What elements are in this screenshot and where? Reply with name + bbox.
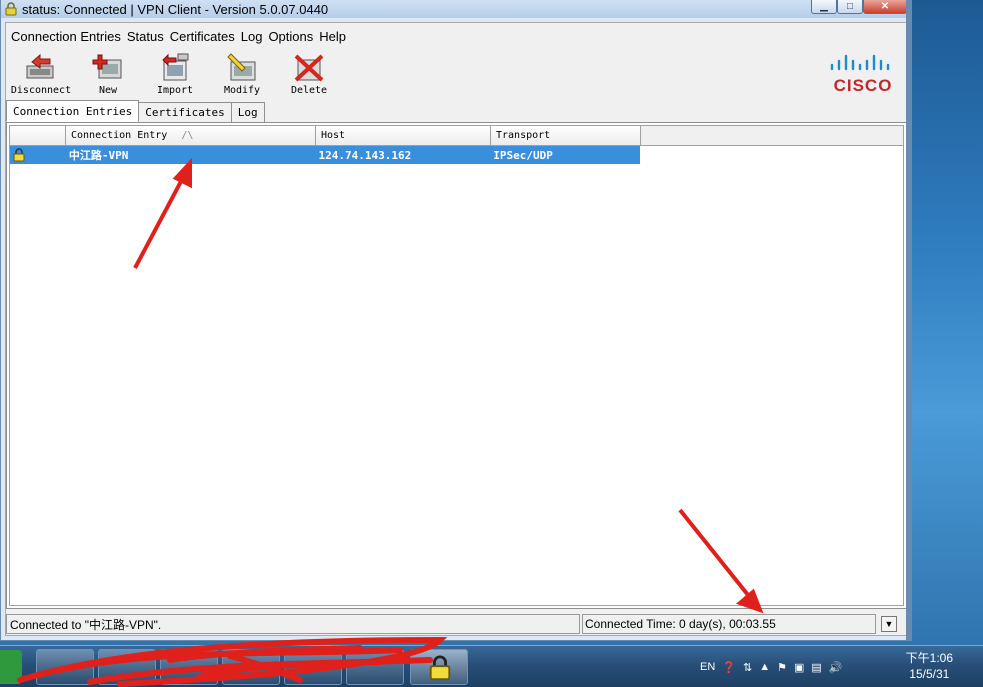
client-area: Connection Entries Status Certificates L…	[5, 22, 908, 636]
menu-log[interactable]: Log	[240, 29, 268, 44]
maximize-button[interactable]: □	[837, 0, 863, 14]
new-icon	[91, 51, 125, 83]
clock[interactable]: 下午1:06 15/5/31	[906, 650, 953, 682]
import-icon	[158, 51, 192, 83]
taskbar-vpn-client[interactable]	[410, 649, 468, 685]
status-bar: Connected to "中江路-VPN". Connected Time: …	[6, 612, 907, 635]
start-button[interactable]	[0, 650, 22, 684]
network-icon[interactable]: ⇅	[743, 661, 752, 674]
taskbar-app-2[interactable]	[98, 649, 156, 685]
row-host: 124.74.143.162	[318, 148, 412, 162]
menu-connection-entries[interactable]: Connection Entries	[10, 29, 126, 44]
monitor-icon[interactable]: ▤	[811, 661, 821, 674]
import-button[interactable]: Import	[143, 51, 207, 96]
menu-status[interactable]: Status	[126, 29, 169, 44]
tab-strip: Connection Entries Certificates Log	[6, 100, 265, 122]
connection-entries-panel: Connection Entry /\ Host Transport 中江路-V…	[6, 122, 907, 609]
delete-button[interactable]: Delete	[277, 51, 341, 96]
toolbar: Disconnect New Import Modify Delete CISC…	[6, 49, 907, 101]
taskbar-app-5[interactable]	[284, 649, 342, 685]
taskbar-app-6[interactable]	[346, 649, 404, 685]
table-row[interactable]: 中江路-VPN 124.74.143.162 IPSec/UDP	[10, 146, 640, 164]
taskbar-app-1[interactable]	[36, 649, 94, 685]
vpn-client-window: status: Connected | VPN Client - Version…	[0, 0, 912, 641]
vpn-lock-icon	[429, 655, 451, 681]
tab-connection-entries[interactable]: Connection Entries	[6, 100, 140, 122]
title-bar[interactable]: status: Connected | VPN Client - Version…	[1, 0, 911, 18]
tab-log[interactable]: Log	[230, 102, 265, 122]
connection-list: Connection Entry /\ Host Transport 中江路-V…	[9, 125, 904, 606]
system-tray: EN ❓ ⇅ ▲ ⚑ ▣ ▤ 🔊	[700, 650, 849, 684]
modify-button[interactable]: Modify	[210, 51, 274, 96]
list-header: Connection Entry /\ Host Transport	[10, 126, 903, 146]
flag-icon[interactable]: ⚑	[777, 661, 787, 674]
cisco-bars-icon	[830, 54, 890, 71]
minimize-button[interactable]: ▁	[811, 0, 837, 14]
menu-certificates[interactable]: Certificates	[169, 29, 240, 44]
status-connection-text: Connected to "中江路-VPN".	[6, 614, 580, 634]
taskbar-app-3[interactable]	[160, 649, 218, 685]
menu-options[interactable]: Options	[267, 29, 318, 44]
window-right-border	[906, 0, 912, 641]
sort-ascending-icon: /\	[181, 130, 194, 141]
window-controls: ▁ □ ✕	[811, 0, 907, 14]
row-transport: IPSec/UDP	[493, 148, 553, 162]
taskbar: EN ❓ ⇅ ▲ ⚑ ▣ ▤ 🔊 下午1:06 15/5/31	[0, 645, 983, 687]
column-host[interactable]: Host	[316, 126, 491, 145]
window-title: status: Connected | VPN Client - Version…	[22, 1, 329, 17]
column-connection-entry[interactable]: Connection Entry /\	[66, 126, 316, 145]
status-dropdown-button[interactable]: ▼	[881, 616, 897, 632]
cisco-wordmark: CISCO	[833, 76, 893, 95]
column-transport[interactable]: Transport	[491, 126, 641, 145]
help-icon[interactable]: ❓	[722, 661, 736, 674]
cisco-logo: CISCO	[827, 53, 899, 96]
show-hidden-icons[interactable]: ▲	[759, 661, 770, 673]
new-button[interactable]: New	[76, 51, 140, 96]
modify-icon	[225, 51, 259, 83]
menu-help[interactable]: Help	[318, 29, 351, 44]
disconnect-button[interactable]: Disconnect	[9, 51, 73, 96]
disconnect-icon	[24, 51, 58, 83]
clock-time: 下午1:06	[905, 651, 953, 665]
tab-certificates[interactable]: Certificates	[138, 102, 232, 122]
row-lock-icon	[10, 146, 66, 164]
column-status[interactable]	[10, 126, 66, 145]
delete-icon	[292, 51, 326, 83]
lock-icon	[3, 1, 19, 17]
row-entry-name: 中江路-VPN	[68, 149, 129, 162]
clock-date: 15/5/31	[909, 667, 950, 681]
volume-icon[interactable]: 🔊	[829, 661, 843, 674]
close-button[interactable]: ✕	[863, 0, 907, 14]
taskbar-app-4[interactable]	[222, 649, 280, 685]
status-connected-time: Connected Time: 0 day(s), 00:03.55	[582, 614, 876, 634]
menu-bar: Connection Entries Status Certificates L…	[6, 23, 907, 49]
language-indicator[interactable]: EN	[700, 661, 715, 673]
devices-icon[interactable]: ▣	[794, 661, 804, 674]
